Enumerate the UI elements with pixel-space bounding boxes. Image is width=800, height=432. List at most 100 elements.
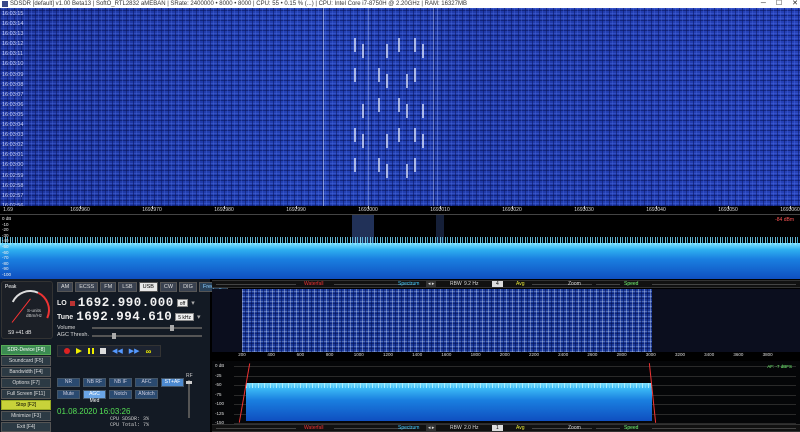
mode-button-fm[interactable]: FM (100, 282, 117, 292)
soundcard-button[interactable]: Soundcard [F5] (1, 356, 51, 366)
scale-tick-label: 1693060 (780, 207, 800, 213)
exit-button[interactable]: Exit [F4] (1, 422, 51, 432)
volume-label: Volume (57, 325, 76, 331)
tune-frequency[interactable]: 1692.994.610 (76, 310, 172, 324)
scale-tick-label: 1693030 (574, 207, 594, 213)
signal-dash (414, 158, 416, 172)
volume-slider-thumb[interactable] (170, 325, 174, 331)
close-button[interactable]: ✕ (792, 0, 798, 8)
step-dropdown-icon[interactable]: ▾ (197, 313, 201, 321)
af-db-label: 0 dB (215, 363, 225, 368)
volume-slider[interactable] (92, 325, 202, 331)
signal-dash (422, 104, 424, 118)
timestamp-label: 16:03:01 (2, 152, 24, 159)
loop-icon[interactable]: ∞ (146, 347, 152, 355)
af-avg-select[interactable]: 1 (492, 425, 503, 431)
forward-icon[interactable]: ▶▶ (129, 348, 140, 355)
signal-dash (386, 134, 388, 148)
af-scale-label: 2400 (558, 352, 569, 357)
options-button[interactable]: Options [F7] (1, 378, 51, 388)
play-icon[interactable] (76, 348, 82, 354)
meter-units: S-units dBm/Hz (26, 308, 42, 318)
sdr-device-button[interactable]: SDR-Device [F8] (1, 345, 51, 355)
scale-tick-label: 1693040 (646, 207, 666, 213)
spectrum-stepper[interactable]: ◂ ▸ (426, 281, 437, 287)
carrier-line (368, 8, 369, 206)
step-select[interactable]: 5 kHz (175, 313, 194, 321)
mode-button-dig[interactable]: DIG (179, 282, 197, 292)
af-spectrum-label: Spectrum (398, 425, 420, 431)
mode-button-am[interactable]: AM (57, 282, 74, 292)
record-icon[interactable] (64, 348, 70, 354)
agc-threshold-slider[interactable] (92, 333, 202, 339)
lo-select[interactable]: off (176, 299, 189, 307)
lo-frequency[interactable]: 1692.990.000 (78, 296, 174, 310)
lock-icon[interactable] (69, 300, 75, 306)
lo-select-dropdown-icon[interactable]: ▾ (191, 299, 195, 307)
signal-dash (406, 104, 408, 118)
scale-tick-label: 1693050 (718, 207, 738, 213)
speed-slider[interactable] (652, 284, 796, 285)
af-grid-line (234, 375, 796, 377)
pause-icon[interactable] (88, 348, 94, 354)
rewind-icon[interactable]: ◀◀ (112, 348, 123, 355)
dsp-buttons-row1: NR NB RF NB IF AFC ST+AF (57, 378, 184, 387)
mode-button-ecss[interactable]: ECSS (75, 282, 99, 292)
af-scale-label: 1600 (441, 352, 452, 357)
stop-button[interactable]: Stop [F2] (1, 400, 51, 410)
peak-label[interactable]: Peak (5, 284, 16, 290)
af-db-label: -25 (215, 372, 222, 378)
rbw-value: 9.2 Hz (464, 281, 479, 287)
speed-label: Speed (624, 281, 639, 287)
avg-select[interactable]: 4 (492, 281, 503, 287)
af-spectrum-stepper[interactable]: ◂ ▸ (426, 425, 437, 431)
st-af-button[interactable]: ST+AF (161, 378, 184, 387)
rf-zoom-bar: Waterfall Spectrum ◂ ▸ RBW 9.2 Hz 4 Avg … (212, 280, 800, 288)
nr-button[interactable]: NR (57, 378, 80, 387)
minimize-button[interactable]: ─ (761, 0, 766, 8)
notch-button[interactable]: Notch (109, 390, 132, 399)
nb-if-button[interactable]: NB IF (109, 378, 132, 387)
af-zoom-slider-right[interactable] (596, 428, 620, 429)
rf-gain-slider[interactable] (188, 380, 190, 418)
mode-button-usb[interactable]: USB (138, 282, 158, 292)
af-speed-slider[interactable] (652, 428, 796, 429)
spectrum-db-label: -100 (2, 272, 12, 277)
anotch-button[interactable]: ANotch (135, 390, 158, 399)
frequency-scale[interactable]: 1.69 1692960 1692970 1692980 1692990 1693000… (0, 206, 800, 215)
main-waterfall[interactable]: 16:03:15 16:03:14 16:03:13 16:03:12 16:03:11… (0, 8, 800, 219)
af-spectrum[interactable]: 0 dB -25 -50 -75 -100 -125 -150 AF: -7 dBFS (212, 361, 800, 424)
bandwidth-button[interactable]: Bandwidth [F4] (1, 367, 51, 377)
timestamp-label: 16:02:57 (2, 192, 24, 199)
scale-tick-label: 1692980 (214, 207, 234, 213)
zoom-slider[interactable] (532, 284, 592, 285)
zoom-slider-right[interactable] (596, 284, 620, 285)
timestamp-label: 16:03:15 (2, 11, 24, 17)
stop-icon[interactable] (100, 348, 106, 354)
waterfall-level-slider[interactable] (216, 284, 296, 285)
timestamp-label: 16:03:07 (2, 91, 24, 98)
af-waterfall[interactable] (242, 289, 652, 352)
afc-button[interactable]: AFC (135, 378, 158, 387)
af-scale-label: 3000 (645, 352, 656, 357)
mute-button[interactable]: Mute (57, 390, 80, 399)
nb-rf-button[interactable]: NB RF (83, 378, 106, 387)
timestamp-label: 16:03:00 (2, 162, 24, 169)
mode-button-cw[interactable]: CW (159, 282, 178, 292)
mode-button-lsb[interactable]: LSB (118, 282, 137, 292)
signal-dash (362, 44, 364, 58)
minimize-button[interactable]: Minimize [F3] (1, 411, 51, 421)
agc-slider-thumb[interactable] (112, 333, 116, 339)
agc-med-button[interactable]: AGC Med (83, 390, 106, 404)
carrier-line (323, 8, 324, 206)
rbw-label: RBW (450, 281, 462, 287)
timestamp-label: 16:03:05 (2, 111, 24, 118)
rf-gain-thumb[interactable] (186, 381, 192, 384)
mode-buttons: AMECSSFMLSBUSBCWDIGFreqMgr (57, 282, 228, 292)
af-waterfall-level-slider[interactable] (216, 428, 296, 429)
af-zoom-slider[interactable] (532, 428, 592, 429)
maximize-button[interactable]: ☐ (776, 0, 782, 8)
rf-spectrum[interactable]: 0 dB -10 -20 -30 -40 -50 -60 -70 -80 -90 -100 -84 … (0, 215, 800, 279)
af-avg-label: Avg (516, 425, 525, 431)
full-button[interactable]: Full Screen [F11] (1, 389, 51, 399)
